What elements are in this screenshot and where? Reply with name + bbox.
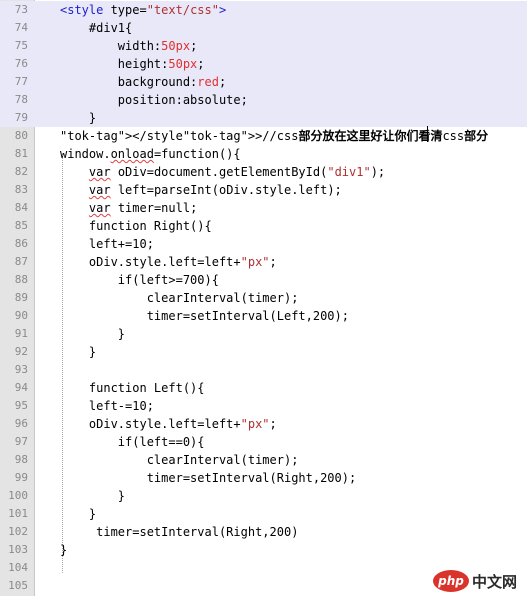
code-text[interactable]: oDiv.style.left=left+"px"; bbox=[60, 253, 277, 271]
code-text[interactable]: var oDiv=document.getElementById("div1")… bbox=[60, 163, 385, 181]
code-line[interactable]: 81 window.onload=function(){ bbox=[0, 145, 527, 163]
code-line[interactable]: 98 clearInterval(timer); bbox=[0, 451, 527, 469]
line-number: 95 bbox=[14, 399, 28, 412]
line-number: 83 bbox=[14, 183, 28, 196]
code-text[interactable]: left+=10; bbox=[60, 235, 154, 253]
code-line[interactable]: 76 height:50px; bbox=[0, 55, 527, 73]
line-number: 77 bbox=[14, 75, 28, 88]
code-line[interactable]: 88 if(left>=700){ bbox=[0, 271, 527, 289]
code-text[interactable]: } bbox=[60, 109, 96, 127]
code-text[interactable]: var left=parseInt(oDiv.style.left); bbox=[60, 181, 342, 199]
code-line[interactable]: 85 function Right(){ bbox=[0, 217, 527, 235]
line-number: 104 bbox=[8, 561, 28, 574]
code-text[interactable]: window.onload=function(){ bbox=[60, 145, 241, 163]
line-number: 101 bbox=[8, 507, 28, 520]
code-text[interactable]: function Left(){ bbox=[60, 379, 205, 397]
line-number: 74 bbox=[14, 21, 28, 34]
site-watermark: php 中文网 bbox=[432, 570, 517, 592]
code-text[interactable]: background:red; bbox=[60, 73, 226, 91]
line-number: 91 bbox=[14, 327, 28, 340]
code-text[interactable]: #div1{ bbox=[60, 19, 132, 37]
code-line[interactable]: 102 timer=setInterval(Right,200) bbox=[0, 523, 527, 541]
code-line[interactable]: 79 } bbox=[0, 109, 527, 127]
line-number: 85 bbox=[14, 219, 28, 232]
code-text[interactable]: oDiv.style.left=left+"px"; bbox=[60, 415, 277, 433]
code-line[interactable]: 99 timer=setInterval(Right,200); bbox=[0, 469, 527, 487]
code-line[interactable]: 83 var left=parseInt(oDiv.style.left); bbox=[0, 181, 527, 199]
line-number: 92 bbox=[14, 345, 28, 358]
code-line[interactable]: 86 left+=10; bbox=[0, 235, 527, 253]
code-line[interactable]: 75 width:50px; bbox=[0, 37, 527, 55]
code-line[interactable]: 96 oDiv.style.left=left+"px"; bbox=[0, 415, 527, 433]
line-number: 97 bbox=[14, 435, 28, 448]
code-line[interactable]: 84 var timer=null; bbox=[0, 199, 527, 217]
code-line[interactable]: 95 left-=10; bbox=[0, 397, 527, 415]
line-number: 79 bbox=[14, 111, 28, 124]
code-text[interactable]: timer=setInterval(Right,200) bbox=[60, 523, 298, 541]
line-number: 78 bbox=[14, 93, 28, 106]
code-line[interactable]: 82 var oDiv=document.getElementById("div… bbox=[0, 163, 527, 181]
code-editor[interactable]: 73 <style type="text/css"> 74 #div1{75 wid… bbox=[0, 0, 527, 596]
code-text[interactable]: } bbox=[60, 343, 96, 361]
php-logo-icon: php bbox=[432, 570, 469, 592]
code-text[interactable]: position:absolute; bbox=[60, 91, 248, 109]
code-text[interactable]: } bbox=[60, 505, 96, 523]
code-line[interactable]: 103} bbox=[0, 541, 527, 559]
code-line[interactable]: 87 oDiv.style.left=left+"px"; bbox=[0, 253, 527, 271]
code-text[interactable]: timer=setInterval(Left,200); bbox=[60, 307, 349, 325]
line-number: 75 bbox=[14, 39, 28, 52]
code-line[interactable]: 78 position:absolute; bbox=[0, 91, 527, 109]
code-line[interactable]: 89 clearInterval(timer); bbox=[0, 289, 527, 307]
code-text[interactable]: "tok-tag"></style"tok-tag">>//css部分放在这里好… bbox=[60, 127, 488, 145]
code-line[interactable]: 80 "tok-tag"></style"tok-tag">>//css部分放在这… bbox=[0, 127, 527, 145]
code-line[interactable]: 100 } bbox=[0, 487, 527, 505]
code-line[interactable]: 90 timer=setInterval(Left,200); bbox=[0, 307, 527, 325]
line-number: 103 bbox=[8, 543, 28, 556]
text-caret bbox=[427, 126, 428, 142]
line-number: 84 bbox=[14, 201, 28, 214]
line-number: 82 bbox=[14, 165, 28, 178]
code-text[interactable]: clearInterval(timer); bbox=[60, 289, 299, 307]
line-number: 89 bbox=[14, 291, 28, 304]
code-text[interactable]: timer=setInterval(Right,200); bbox=[60, 469, 357, 487]
line-number: 80 bbox=[14, 129, 28, 142]
code-text[interactable]: if(left>=700){ bbox=[60, 271, 219, 289]
code-text[interactable]: var timer=null; bbox=[60, 199, 197, 217]
line-number: 105 bbox=[8, 579, 28, 592]
code-line[interactable]: 74 #div1{ bbox=[0, 19, 527, 37]
code-text[interactable]: } bbox=[60, 487, 125, 505]
line-number: 96 bbox=[14, 417, 28, 430]
line-number: 73 bbox=[14, 3, 28, 16]
line-number: 94 bbox=[14, 381, 28, 394]
line-number: 87 bbox=[14, 255, 28, 268]
line-number: 76 bbox=[14, 57, 28, 70]
line-number: 86 bbox=[14, 237, 28, 250]
code-line[interactable]: 73 <style type="text/css"> bbox=[0, 1, 527, 19]
code-text[interactable]: <style type="text/css"> bbox=[60, 1, 226, 19]
line-number: 98 bbox=[14, 453, 28, 466]
line-number: 102 bbox=[8, 525, 28, 538]
code-text[interactable]: clearInterval(timer); bbox=[60, 451, 299, 469]
code-line[interactable]: 101 } bbox=[0, 505, 527, 523]
line-number: 93 bbox=[14, 363, 28, 376]
code-line[interactable]: 94 function Left(){ bbox=[0, 379, 527, 397]
code-text[interactable]: function Right(){ bbox=[60, 217, 212, 235]
code-text[interactable]: width:50px; bbox=[60, 37, 198, 55]
line-number: 90 bbox=[14, 309, 28, 322]
code-line[interactable]: 93 bbox=[0, 361, 527, 379]
line-number: 100 bbox=[8, 489, 28, 502]
code-text[interactable]: } bbox=[60, 541, 67, 559]
line-number: 88 bbox=[14, 273, 28, 286]
code-line[interactable]: 77 background:red; bbox=[0, 73, 527, 91]
code-line[interactable]: 91 } bbox=[0, 325, 527, 343]
code-text[interactable]: if(left==0){ bbox=[60, 433, 205, 451]
line-number: 81 bbox=[14, 147, 28, 160]
watermark-text: 中文网 bbox=[471, 572, 517, 591]
code-text[interactable]: left-=10; bbox=[60, 397, 154, 415]
code-text[interactable]: height:50px; bbox=[60, 55, 205, 73]
code-line[interactable]: 92 } bbox=[0, 343, 527, 361]
code-text[interactable]: } bbox=[60, 325, 125, 343]
line-number: 99 bbox=[14, 471, 28, 484]
code-line[interactable]: 97 if(left==0){ bbox=[0, 433, 527, 451]
